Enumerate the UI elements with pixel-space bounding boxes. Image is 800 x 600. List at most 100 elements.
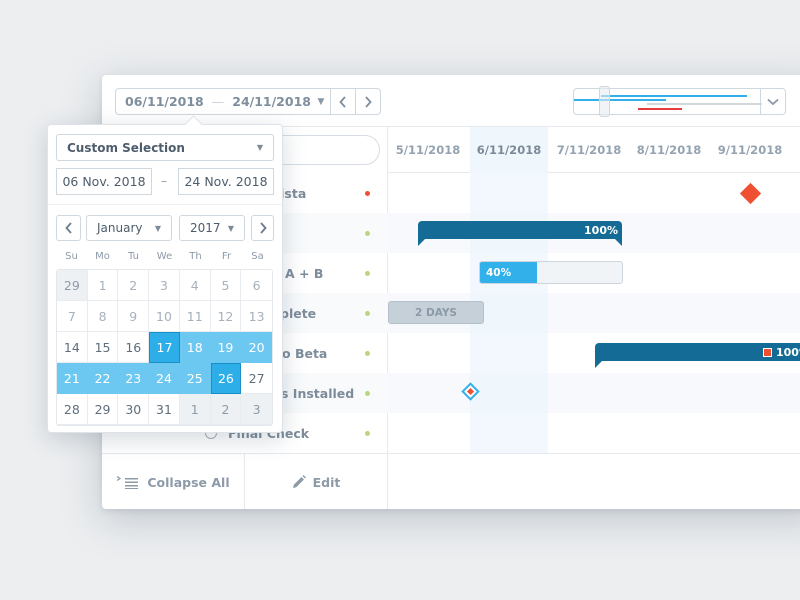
- pencil-icon: [292, 475, 306, 488]
- status-dot: [365, 390, 370, 396]
- chevron-left-icon: [64, 222, 72, 234]
- status-dot: [365, 270, 370, 276]
- timeline-overview[interactable]: [573, 86, 786, 117]
- calendar-day[interactable]: 13: [241, 301, 272, 332]
- list-collapse-icon: [117, 475, 139, 489]
- calendar-day[interactable]: 29: [87, 394, 119, 425]
- calendar-day[interactable]: 7: [57, 301, 88, 332]
- calendar-day[interactable]: 26: [210, 363, 242, 394]
- calendar-day[interactable]: 2: [118, 270, 150, 301]
- timeline-date-today: 6/11/2018: [470, 127, 548, 173]
- date-range-display[interactable]: 06/11/2018 — 24/11/2018: [116, 94, 312, 109]
- calendar-day[interactable]: 3: [149, 270, 180, 301]
- status-dot: [365, 430, 370, 436]
- calendar-day[interactable]: 17: [149, 332, 180, 363]
- calendar-day[interactable]: 21: [57, 363, 88, 394]
- duration-bar[interactable]: 2 DAYS: [388, 301, 484, 324]
- date-range-popover: Custom Selection ▼ 06 Nov. 2018 – 24 Nov…: [47, 124, 283, 433]
- calendar-day[interactable]: 1: [87, 270, 119, 301]
- timeline-header: 5/11/2018 6/11/2018 7/11/2018 8/11/2018 …: [388, 127, 800, 173]
- footer-toolbar: Collapse All Edit: [102, 453, 800, 509]
- calendar-day[interactable]: 8: [87, 301, 119, 332]
- caret-down-icon: ▼: [154, 223, 161, 233]
- timeline-row: [388, 373, 800, 413]
- chevron-down-icon: [767, 98, 779, 105]
- calendar-day[interactable]: 14: [57, 332, 88, 363]
- milestone-marker[interactable]: [739, 182, 762, 205]
- calendar-day[interactable]: 27: [241, 363, 272, 394]
- duration-label: 2 DAYS: [415, 306, 457, 319]
- edit-button[interactable]: Edit: [245, 454, 388, 509]
- summary-bar-label: 100%: [776, 345, 800, 359]
- next-month-button[interactable]: [251, 215, 274, 241]
- overview-line: [601, 95, 747, 97]
- prev-range-button[interactable]: [330, 89, 355, 114]
- task-name: A + B: [285, 265, 324, 281]
- task-name: o Beta: [282, 345, 328, 361]
- preset-select[interactable]: Custom Selection ▼: [56, 134, 274, 161]
- calendar-day[interactable]: 25: [179, 363, 211, 394]
- summary-bar[interactable]: 100%: [595, 343, 800, 368]
- calendar-day[interactable]: 30: [118, 394, 150, 425]
- summary-bar[interactable]: 100%: [418, 221, 622, 246]
- divider: [48, 204, 282, 205]
- year-select[interactable]: 2017 ▼: [179, 215, 245, 241]
- calendar-day[interactable]: 19: [210, 332, 242, 363]
- next-range-button[interactable]: [355, 89, 380, 114]
- calendar-day[interactable]: 1: [179, 394, 211, 425]
- calendar-day[interactable]: 10: [149, 301, 180, 332]
- calendar-day[interactable]: 6: [241, 270, 272, 301]
- caret-down-icon: ▼: [256, 143, 263, 152]
- calendar-day[interactable]: 2: [210, 394, 242, 425]
- calendar-day[interactable]: 15: [87, 332, 119, 363]
- calendar-day[interactable]: 4: [179, 270, 211, 301]
- calendar-day[interactable]: 11: [179, 301, 211, 332]
- status-dot: [365, 350, 370, 356]
- calendar-day[interactable]: 9: [118, 301, 150, 332]
- overview-drag-handle[interactable]: [599, 86, 610, 117]
- task-name: s Installed: [281, 385, 355, 401]
- calendar-day[interactable]: 29: [57, 270, 88, 301]
- preset-label: Custom Selection: [67, 140, 185, 155]
- timeline-date: 7/11/2018: [556, 143, 622, 157]
- calendar-day[interactable]: 24: [149, 363, 180, 394]
- calendar-day[interactable]: 22: [87, 363, 119, 394]
- prev-month-button[interactable]: [56, 215, 81, 241]
- overview-dropdown-button[interactable]: [760, 89, 785, 114]
- status-dot: [365, 230, 370, 236]
- calendar-day[interactable]: 20: [241, 332, 272, 363]
- calendar-day[interactable]: 31: [149, 394, 180, 425]
- overview-line: [638, 108, 682, 110]
- caret-down-icon[interactable]: ▼: [312, 97, 330, 107]
- calendar-day[interactable]: 23: [118, 363, 150, 394]
- chevron-left-icon: [339, 95, 346, 108]
- weekday-label: Th: [189, 251, 202, 262]
- progress-label: 40%: [486, 266, 512, 279]
- calendar-day[interactable]: 16: [118, 332, 150, 363]
- calendar-day[interactable]: 12: [210, 301, 242, 332]
- to-date-input[interactable]: 24 Nov. 2018: [178, 168, 274, 195]
- weekday-header: Su Mo Tu We Th Fr Sa: [56, 251, 273, 262]
- year-label: 2017: [190, 221, 221, 235]
- date-range-picker[interactable]: 06/11/2018 — 24/11/2018 ▼: [115, 88, 381, 115]
- range-end: 24/11/2018: [232, 94, 311, 109]
- range-start: 06/11/2018: [125, 94, 204, 109]
- overview-track[interactable]: [574, 86, 762, 117]
- weekday-label: Su: [65, 251, 78, 262]
- caret-down-icon: ▼: [227, 223, 234, 233]
- calendar-day[interactable]: 5: [210, 270, 242, 301]
- summary-bar-label: 100%: [584, 223, 618, 237]
- calendar-day[interactable]: 3: [241, 394, 272, 425]
- weekday-label: Sa: [251, 251, 264, 262]
- collapse-all-button[interactable]: Collapse All: [102, 454, 245, 509]
- month-label: January: [97, 221, 143, 235]
- month-select[interactable]: January ▼: [86, 215, 172, 241]
- progress-bar[interactable]: 40%: [479, 261, 623, 284]
- calendar-day[interactable]: 28: [57, 394, 88, 425]
- calendar-day[interactable]: 18: [179, 332, 211, 363]
- calendar-grid: 29 1 2 3 4 5 6 7 8 9 10 11 12 13 14 15 16 17 18 19 20 21 22 23 2…: [56, 269, 273, 426]
- weekday-label: Tu: [128, 251, 139, 262]
- weekday-label: We: [156, 251, 173, 262]
- chevron-right-icon: [259, 222, 267, 234]
- from-date-input[interactable]: 06 Nov. 2018: [56, 168, 152, 195]
